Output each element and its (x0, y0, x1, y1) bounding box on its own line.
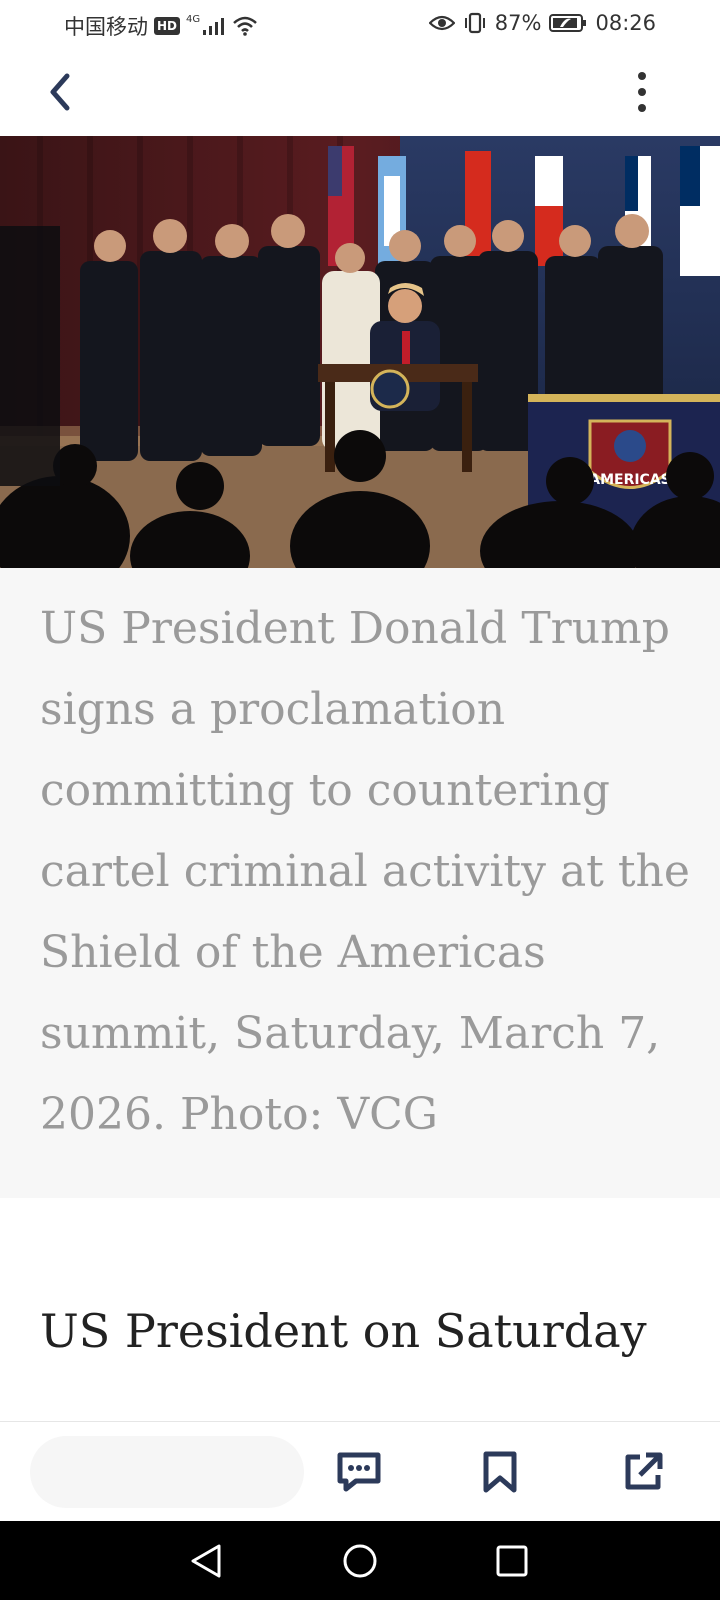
photo-caption-block: US President Donald Trump signs a procla… (0, 568, 720, 1198)
status-right: 87% 08:26 (428, 11, 656, 35)
comments-button[interactable] (331, 1444, 387, 1500)
network-type-label: 4G (186, 14, 201, 25)
status-bar: 中国移动 HD 4G 87% 08:26 (0, 0, 720, 48)
nav-home-icon (343, 1544, 377, 1578)
nav-back-icon (191, 1544, 221, 1578)
signal-icon (203, 18, 225, 35)
share-button[interactable] (615, 1444, 671, 1500)
comment-input[interactable] (30, 1436, 304, 1508)
battery-icon (549, 14, 587, 32)
bookmark-icon (483, 1451, 517, 1493)
photo-caption: US President Donald Trump signs a procla… (40, 603, 690, 1140)
status-left: 中国移动 HD 4G (64, 11, 258, 41)
bottom-toolbar (0, 1421, 720, 1522)
chevron-left-icon (50, 73, 70, 111)
eye-icon (428, 15, 455, 31)
more-vertical-icon (638, 72, 646, 112)
app-bar (0, 48, 720, 136)
nav-home-button[interactable] (332, 1533, 388, 1589)
hd-badge: HD (154, 17, 181, 35)
carrier-label: 中国移动 (64, 15, 148, 39)
vibrate-icon (464, 12, 485, 34)
nav-recents-button[interactable] (484, 1533, 540, 1589)
comment-icon (337, 1452, 381, 1492)
podium-sign-text: AMERICAS (589, 472, 671, 488)
nav-recents-icon (496, 1545, 528, 1577)
clock-time: 08:26 (595, 11, 656, 35)
nav-back-button[interactable] (178, 1533, 234, 1589)
hero-photo[interactable]: AMERICAS (0, 136, 720, 568)
back-button[interactable] (36, 68, 84, 116)
system-nav-bar (0, 1521, 720, 1600)
battery-percent: 87% (494, 11, 542, 35)
more-options-button[interactable] (618, 68, 666, 116)
share-icon (625, 1452, 663, 1490)
wifi-icon (233, 16, 257, 36)
summit-photo-illustration: AMERICAS (0, 136, 720, 568)
bookmark-button[interactable] (472, 1444, 528, 1500)
article-body-text: US President on Saturday (40, 1304, 647, 1358)
